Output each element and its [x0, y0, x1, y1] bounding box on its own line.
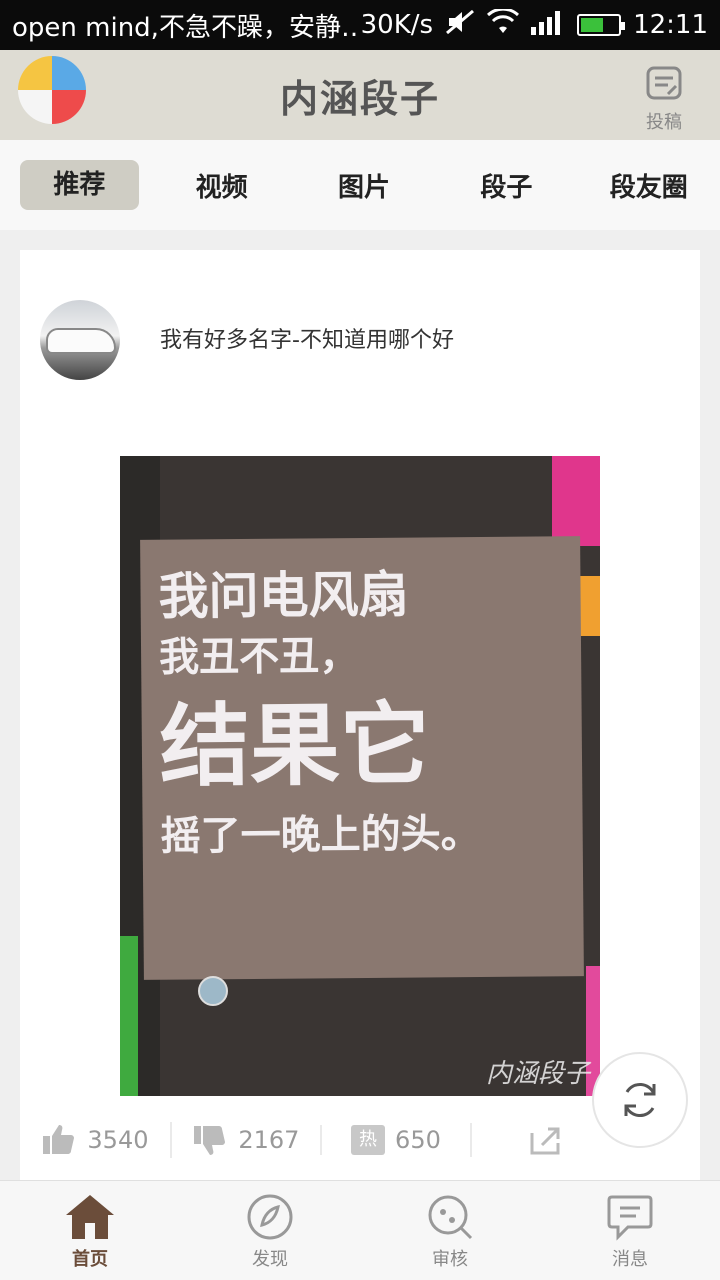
app-bar: 内涵段子 投稿: [0, 50, 720, 140]
notification-text: open mind,不急不躁，安静…: [12, 12, 361, 43]
sign-board: 我问电风扇 我丑不丑， 结果它 摇了一晚上的头。: [140, 536, 584, 980]
sign-line-1: 我问电风扇: [158, 565, 409, 626]
nav-discover-label: 发现: [252, 1249, 288, 1270]
dislike-button[interactable]: 2167: [169, 1122, 320, 1158]
thumbs-up-icon: [43, 1125, 75, 1154]
battery-icon: [577, 14, 626, 36]
compass-icon: [247, 1194, 293, 1240]
nav-review-label: 审核: [432, 1249, 468, 1270]
like-button[interactable]: 3540: [20, 1122, 170, 1158]
nav-discover[interactable]: 发现: [180, 1181, 360, 1280]
tab-recommend[interactable]: 推荐: [20, 160, 139, 210]
image-watermark: 内涵段子: [485, 1059, 590, 1089]
tab-image[interactable]: 图片: [293, 167, 435, 204]
nav-messages-label: 消息: [612, 1249, 648, 1270]
nav-home[interactable]: 首页: [0, 1181, 180, 1280]
tab-joke[interactable]: 段子: [435, 167, 577, 204]
profile-avatar[interactable]: [18, 56, 86, 124]
sign-line-2: 我丑不丑，: [158, 633, 360, 681]
refresh-button[interactable]: [592, 1052, 688, 1148]
nav-home-label: 首页: [72, 1249, 108, 1270]
post-card: 我有好多名字-不知道用哪个好 我问电风扇 我丑不丑， 结果它 摇了一晚上的头。 …: [20, 250, 700, 1180]
bottom-nav: 首页 发现 审核 消息: [0, 1180, 720, 1280]
tab-video[interactable]: 视频: [151, 167, 293, 204]
thumbs-down-icon: [194, 1126, 226, 1155]
review-icon: [428, 1195, 473, 1240]
clock: 12:11: [633, 10, 708, 40]
dislike-count: 2167: [238, 1126, 300, 1154]
sign-line-4: 摇了一晚上的头。: [160, 810, 481, 860]
submit-label: 投稿: [646, 112, 682, 133]
refresh-icon: [624, 1082, 656, 1118]
status-icons: 30K/s 12:11: [360, 7, 708, 42]
like-count: 3540: [87, 1126, 149, 1154]
wifi-icon: [487, 7, 520, 42]
user-avatar[interactable]: [40, 300, 120, 380]
nav-review[interactable]: 审核: [360, 1181, 540, 1280]
signal-icon: [531, 9, 565, 42]
submit-button[interactable]: 投稿: [636, 64, 692, 134]
share-icon: [530, 1127, 560, 1155]
status-bar: open mind,不急不躁，安静… 30K/s 12:11: [0, 0, 720, 50]
network-speed: 30K/s: [360, 10, 434, 40]
category-tabs: 推荐 视频 图片 段子 段友圈: [0, 140, 720, 230]
nav-messages[interactable]: 消息: [540, 1181, 720, 1280]
message-icon: [607, 1195, 653, 1241]
app-title: 内涵段子: [279, 76, 440, 121]
hot-comment-icon: 热: [351, 1125, 386, 1155]
home-icon: [66, 1195, 114, 1239]
sign-line-3: 结果它: [159, 692, 431, 800]
mute-icon: [445, 9, 475, 42]
post-image[interactable]: 我问电风扇 我丑不丑， 结果它 摇了一晚上的头。 内涵段子: [120, 456, 600, 1096]
post-username[interactable]: 我有好多名字-不知道用哪个好: [160, 322, 454, 354]
edit-note-icon: [646, 66, 682, 100]
share-button[interactable]: [469, 1123, 620, 1157]
comment-count: 650: [395, 1126, 441, 1154]
comment-button[interactable]: 热 650: [319, 1125, 470, 1155]
tab-community[interactable]: 段友圈: [578, 167, 720, 204]
